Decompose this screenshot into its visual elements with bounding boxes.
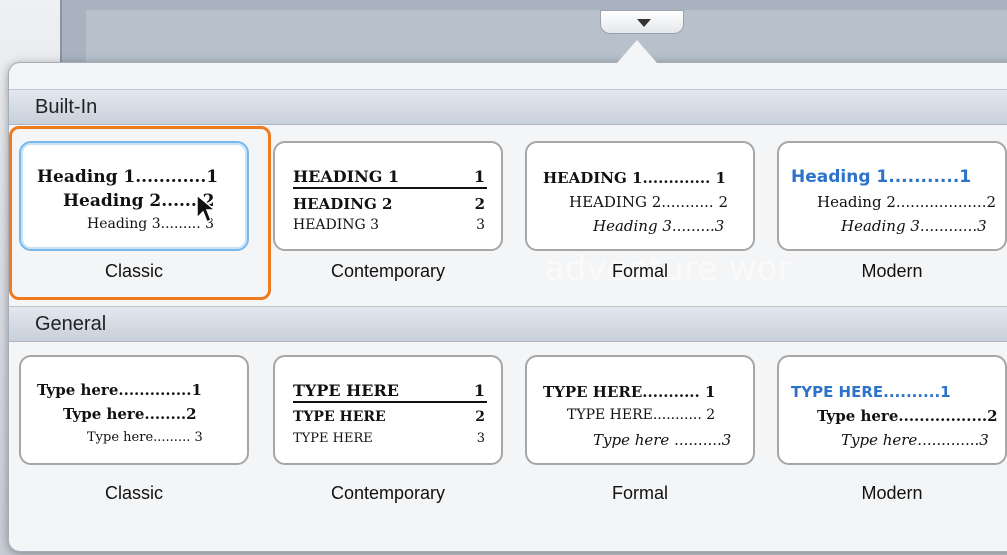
toc-level-3: Heading 3.........3 bbox=[593, 217, 725, 235]
toc-level-1-page: 1 bbox=[473, 167, 485, 186]
toc-style-general-contemporary[interactable]: TYPE HERE 1 TYPE HERE 2 TYPE HERE 3 bbox=[273, 355, 503, 465]
section-header-builtin: Built-In bbox=[9, 89, 1007, 125]
document-window-inner bbox=[86, 10, 1007, 70]
toc-level-1: Type here..............1 bbox=[37, 381, 202, 399]
toc-level-3: Heading 3............3 bbox=[841, 217, 987, 235]
selection-highlight bbox=[9, 126, 271, 300]
toc-level-3: Type here......... 3 bbox=[87, 430, 203, 445]
toc-level-2-text: TYPE HERE bbox=[293, 409, 386, 425]
toc-style-builtin-contemporary[interactable]: HEADING 1 1 HEADING 2 2 HEADING 3 3 bbox=[273, 141, 503, 251]
style-caption: Contemporary bbox=[330, 261, 446, 281]
toc-level-2: Heading 2...................2 bbox=[817, 193, 997, 211]
toc-level-1-text: HEADING 1 bbox=[293, 167, 400, 186]
toc-level-2: Type here.................2 bbox=[817, 407, 998, 425]
toc-level-3-text: HEADING 3 bbox=[293, 217, 380, 233]
style-caption: Modern bbox=[861, 261, 923, 281]
toc-level-1: TYPE HERE 1 bbox=[293, 381, 487, 403]
toc-level-2: TYPE HERE 2 bbox=[293, 409, 487, 425]
toc-level-2: TYPE HERE........... 2 bbox=[567, 407, 716, 423]
style-caption: Formal bbox=[611, 483, 668, 503]
style-caption: Formal bbox=[611, 261, 668, 281]
style-caption: Modern bbox=[861, 483, 923, 503]
style-caption: Classic bbox=[104, 483, 163, 503]
toc-level-1-page: 1 bbox=[473, 381, 485, 400]
section-header-general: General bbox=[9, 306, 1007, 342]
toc-level-3: TYPE HERE 3 bbox=[293, 431, 487, 446]
gallery-dropdown-tab[interactable] bbox=[600, 10, 684, 34]
toc-level-2-page: 2 bbox=[475, 409, 485, 425]
toc-level-1: HEADING 1 1 bbox=[293, 167, 487, 189]
toc-level-1: TYPE HERE..........1 bbox=[791, 383, 951, 401]
toc-level-1: HEADING 1............. 1 bbox=[543, 169, 726, 187]
toc-level-3-page: 3 bbox=[476, 431, 485, 446]
style-caption: Contemporary bbox=[330, 483, 446, 503]
toc-level-3: Type here ..........3 bbox=[593, 431, 732, 449]
toc-level-2-text: HEADING 2 bbox=[293, 195, 393, 213]
toc-level-1: Heading 1...........1 bbox=[791, 167, 972, 187]
mouse-cursor-icon bbox=[196, 194, 218, 224]
toc-level-2-page: 2 bbox=[474, 195, 485, 213]
toc-level-3: Type here.............3 bbox=[841, 431, 989, 449]
toc-level-3-page: 3 bbox=[476, 217, 485, 233]
toc-level-3: HEADING 3 3 bbox=[293, 217, 487, 233]
toc-style-general-classic[interactable]: Type here..............1 Type here......… bbox=[19, 355, 249, 465]
triangle-down-icon bbox=[637, 19, 651, 27]
toc-style-builtin-modern[interactable]: Heading 1...........1 Heading 2.........… bbox=[777, 141, 1007, 251]
toc-level-2: HEADING 2 2 bbox=[293, 195, 487, 213]
section-title: Built-In bbox=[35, 96, 98, 118]
toc-level-2: HEADING 2........... 2 bbox=[569, 193, 728, 211]
toc-level-2: Type here........2 bbox=[63, 405, 197, 423]
toc-level-1-text: TYPE HERE bbox=[293, 381, 399, 400]
section-title: General bbox=[35, 313, 107, 335]
toc-style-general-formal[interactable]: TYPE HERE........... 1 TYPE HERE........… bbox=[525, 355, 755, 465]
toc-level-3-text: TYPE HERE bbox=[293, 431, 373, 446]
popover-pointer bbox=[617, 40, 657, 63]
toc-style-general-modern[interactable]: TYPE HERE..........1 Type here..........… bbox=[777, 355, 1007, 465]
toc-level-1: TYPE HERE........... 1 bbox=[543, 383, 716, 401]
toc-style-builtin-formal[interactable]: HEADING 1............. 1 HEADING 2......… bbox=[525, 141, 755, 251]
